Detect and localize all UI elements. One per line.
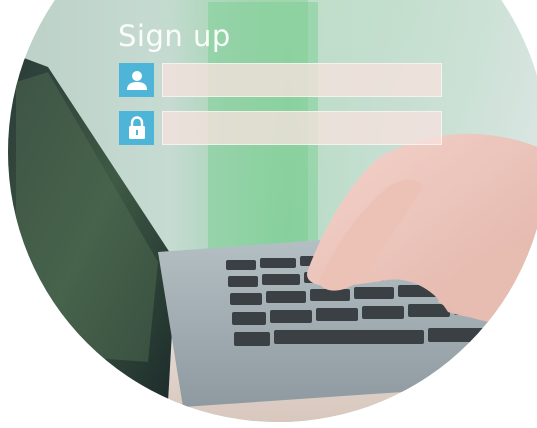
password-input[interactable] [162, 111, 442, 145]
lock-icon [119, 111, 154, 145]
username-row [119, 63, 442, 97]
signup-screen: Sign up [0, 0, 537, 428]
user-icon [119, 63, 154, 97]
page-title: Sign up [118, 19, 231, 53]
username-input[interactable] [162, 63, 442, 97]
password-row [119, 111, 442, 145]
